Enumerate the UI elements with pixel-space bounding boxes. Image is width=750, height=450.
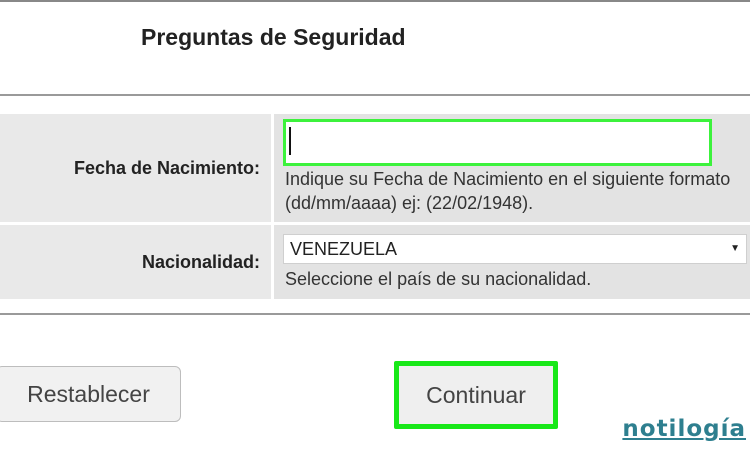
nacionalidad-select[interactable]: VENEZUELA ▼: [283, 234, 747, 264]
fecha-nacimiento-input[interactable]: [283, 119, 712, 166]
top-border: [0, 0, 750, 2]
text-caret: [289, 127, 291, 155]
reset-button[interactable]: Restablecer: [0, 366, 181, 422]
continue-button[interactable]: Continuar: [394, 361, 558, 429]
nacionalidad-label: Nacionalidad:: [141, 252, 260, 272]
form-divider: [0, 313, 750, 315]
fecha-hint: Indique su Fecha de Nacimiento en el sig…: [285, 169, 731, 213]
title-divider: [0, 94, 750, 96]
fecha-label: Fecha de Nacimiento:: [73, 158, 260, 178]
page-title: Preguntas de Seguridad: [141, 24, 406, 50]
nacionalidad-selected-value: VENEZUELA: [290, 239, 398, 259]
watermark-logo: notilogía: [622, 416, 746, 442]
chevron-down-icon: ▼: [730, 243, 740, 254]
nacionalidad-hint: Seleccione el país de su nacionalidad.: [285, 269, 592, 289]
